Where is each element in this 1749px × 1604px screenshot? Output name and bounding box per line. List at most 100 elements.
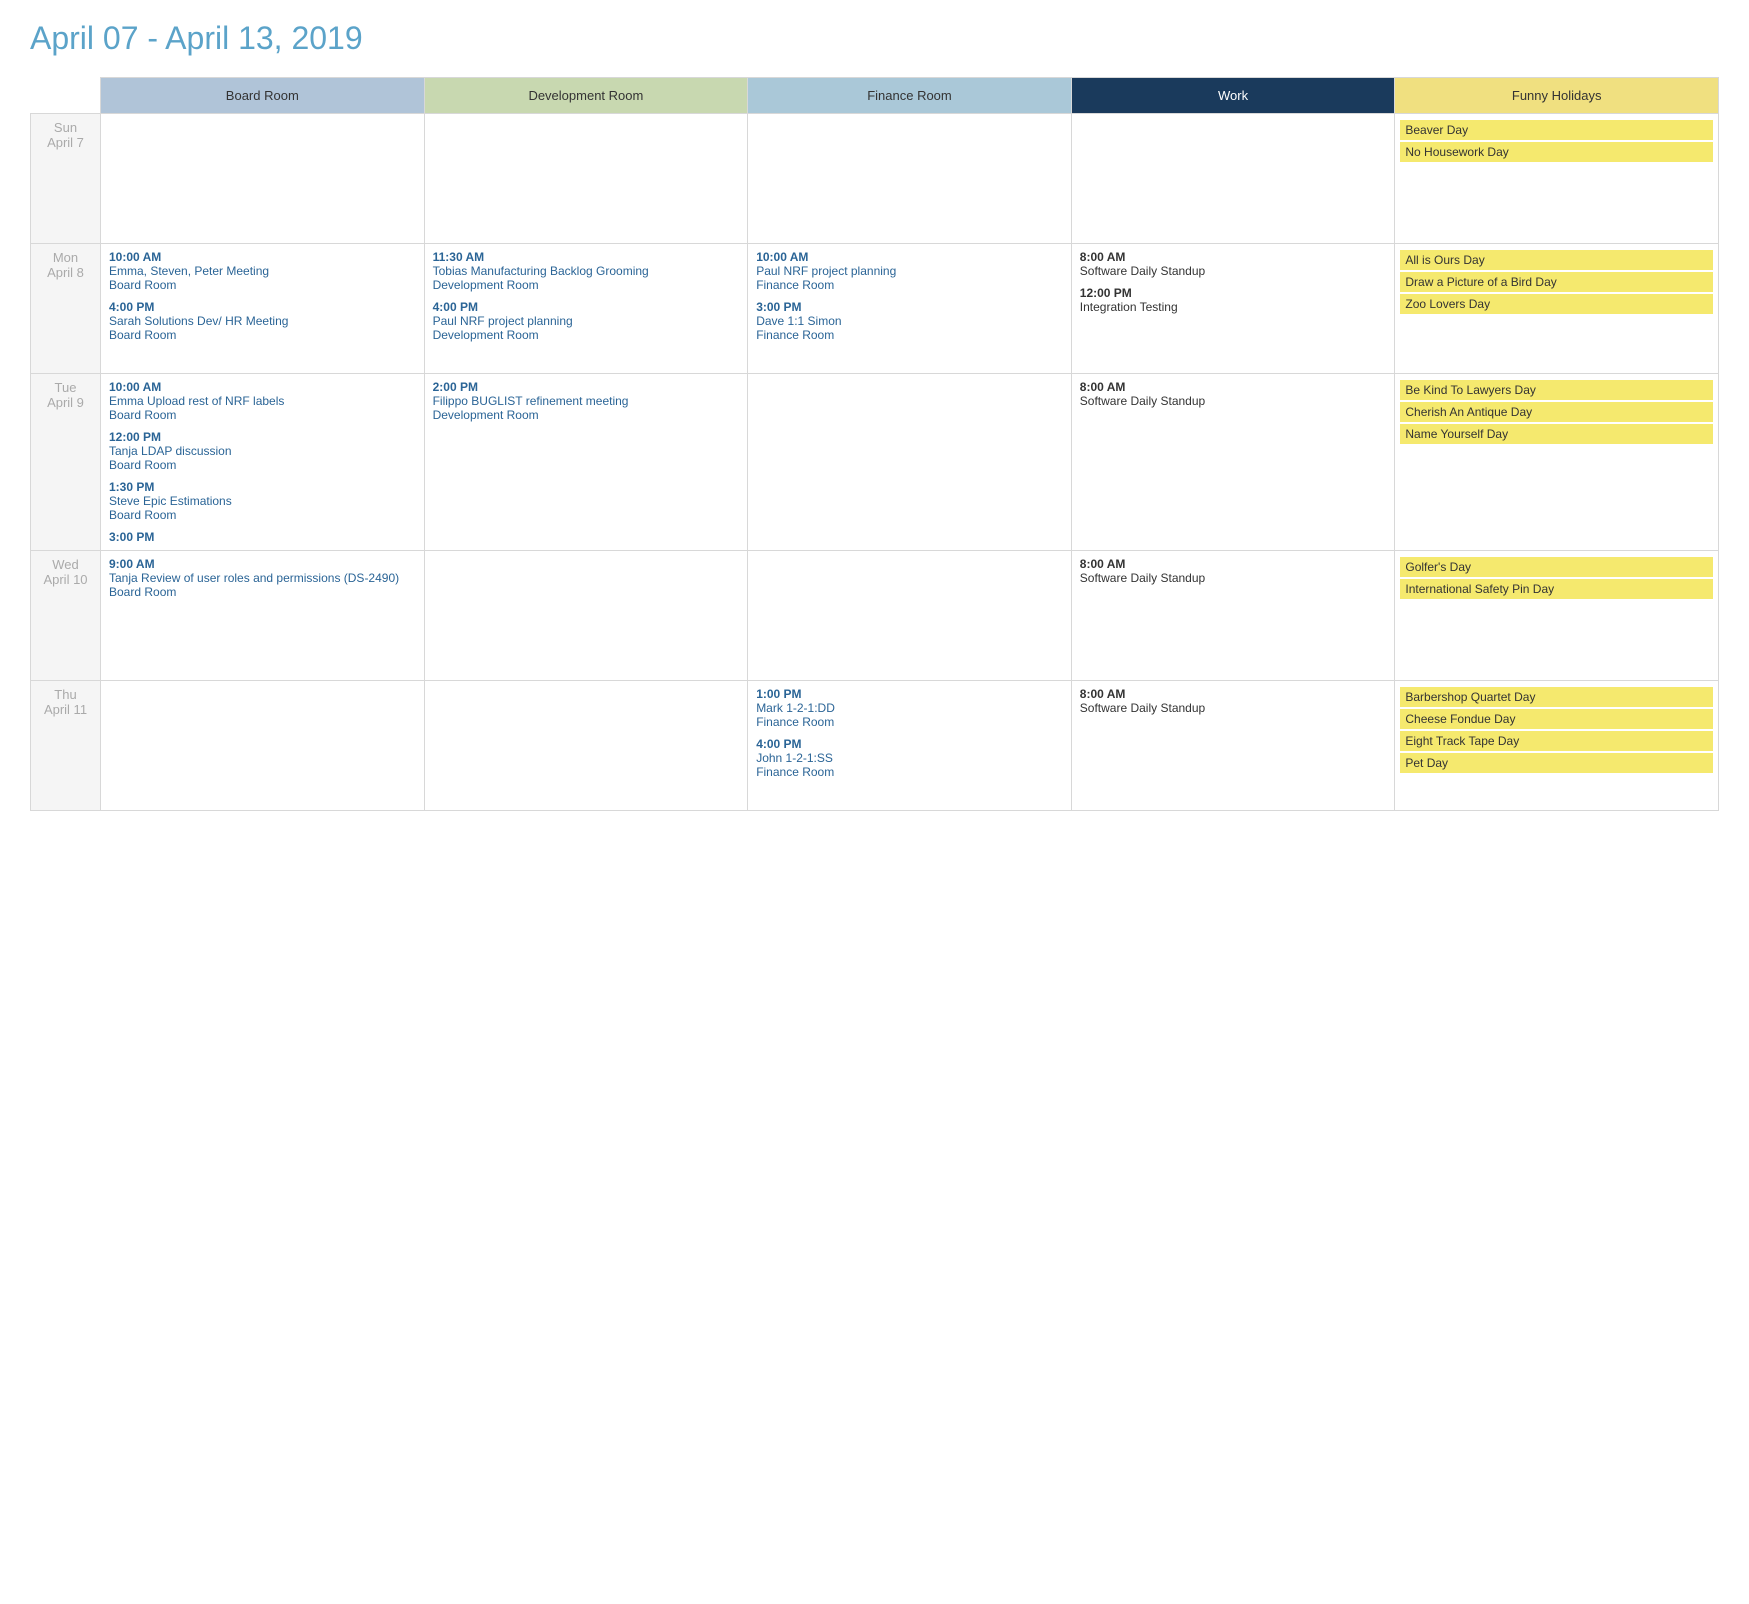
work-cell: [1071, 114, 1395, 244]
event-time: 10:00 AM: [109, 250, 416, 264]
funny-holiday-item[interactable]: Zoo Lovers Day: [1400, 294, 1713, 314]
work-cell: 8:00 AMSoftware Daily Standup: [1071, 374, 1395, 551]
finance-room-cell: [748, 374, 1072, 551]
event-title: Sarah Solutions Dev/ HR Meeting: [109, 314, 416, 328]
work-event-block[interactable]: 8:00 AMSoftware Daily Standup: [1080, 250, 1387, 278]
event-time: 4:00 PM: [756, 737, 1063, 751]
event-block[interactable]: 11:30 AMTobias Manufacturing Backlog Gro…: [433, 250, 740, 292]
board-room-cell: 10:00 AMEmma Upload rest of NRF labelsBo…: [101, 374, 425, 551]
work-cell: 8:00 AMSoftware Daily Standup: [1071, 681, 1395, 811]
event-time: 12:00 PM: [109, 430, 416, 444]
funny-holiday-item[interactable]: All is Ours Day: [1400, 250, 1713, 270]
event-block[interactable]: 9:00 AMTanja Review of user roles and pe…: [109, 557, 416, 599]
event-location: Finance Room: [756, 328, 1063, 342]
finance-room-cell: [748, 114, 1072, 244]
funny-holiday-item[interactable]: Cherish An Antique Day: [1400, 402, 1713, 422]
event-block[interactable]: 3:00 PMDave 1:1 SimonFinance Room: [756, 300, 1063, 342]
table-row: MonApril 810:00 AMEmma, Steven, Peter Me…: [31, 244, 1719, 374]
funny-holiday-item[interactable]: Barbershop Quartet Day: [1400, 687, 1713, 707]
funny-holiday-item[interactable]: International Safety Pin Day: [1400, 579, 1713, 599]
event-block[interactable]: 12:00 PMTanja LDAP discussionBoard Room: [109, 430, 416, 472]
header-board-room: Board Room: [101, 78, 425, 114]
day-label: ThuApril 11: [31, 681, 101, 811]
header-funny-holidays: Funny Holidays: [1395, 78, 1719, 114]
work-event-block[interactable]: 8:00 AMSoftware Daily Standup: [1080, 687, 1387, 715]
event-time: 4:00 PM: [433, 300, 740, 314]
day-label: TueApril 9: [31, 374, 101, 551]
work-event-block[interactable]: 12:00 PMIntegration Testing: [1080, 286, 1387, 314]
funny-holiday-item[interactable]: Cheese Fondue Day: [1400, 709, 1713, 729]
work-event-title: Software Daily Standup: [1080, 264, 1387, 278]
event-location: Finance Room: [756, 765, 1063, 779]
event-time: 1:30 PM: [109, 480, 416, 494]
table-row: TueApril 910:00 AMEmma Upload rest of NR…: [31, 374, 1719, 551]
work-event-block[interactable]: 8:00 AMSoftware Daily Standup: [1080, 557, 1387, 585]
event-time: 11:30 AM: [433, 250, 740, 264]
dev-room-cell: [424, 551, 748, 681]
funny-holiday-item[interactable]: Beaver Day: [1400, 120, 1713, 140]
event-block[interactable]: 10:00 AMEmma Upload rest of NRF labelsBo…: [109, 380, 416, 422]
event-title: Emma, Steven, Peter Meeting: [109, 264, 416, 278]
funny-holiday-item[interactable]: Eight Track Tape Day: [1400, 731, 1713, 751]
event-title: Mark 1-2-1:DD: [756, 701, 1063, 715]
day-name: Sun: [54, 120, 77, 135]
board-room-cell: 10:00 AMEmma, Steven, Peter MeetingBoard…: [101, 244, 425, 374]
funny-holidays-cell: Barbershop Quartet DayCheese Fondue DayE…: [1395, 681, 1719, 811]
work-cell: 8:00 AMSoftware Daily Standup 12:00 PMInt…: [1071, 244, 1395, 374]
event-block[interactable]: 4:00 PMSarah Solutions Dev/ HR MeetingBo…: [109, 300, 416, 342]
page-container: April 07 - April 13, 2019 Board Room Dev…: [0, 0, 1749, 831]
event-block[interactable]: 10:00 AMEmma, Steven, Peter MeetingBoard…: [109, 250, 416, 292]
event-time: 10:00 AM: [756, 250, 1063, 264]
day-name: Mon: [53, 250, 78, 265]
funny-holiday-item[interactable]: Golfer's Day: [1400, 557, 1713, 577]
event-time: 1:00 PM: [756, 687, 1063, 701]
event-time: 10:00 AM: [109, 380, 416, 394]
event-title: Dave 1:1 Simon: [756, 314, 1063, 328]
day-date: April 10: [43, 572, 87, 587]
day-date: April 7: [47, 135, 84, 150]
event-title: Tanja Review of user roles and permissio…: [109, 571, 416, 585]
event-title: Paul NRF project planning: [756, 264, 1063, 278]
funny-holiday-item[interactable]: No Housework Day: [1400, 142, 1713, 162]
event-title: Tanja LDAP discussion: [109, 444, 416, 458]
day-name: Wed: [52, 557, 79, 572]
dev-room-cell: 11:30 AMTobias Manufacturing Backlog Gro…: [424, 244, 748, 374]
work-event-time: 12:00 PM: [1080, 286, 1387, 300]
calendar-table: Board Room Development Room Finance Room…: [30, 77, 1719, 811]
work-event-time: 8:00 AM: [1080, 250, 1387, 264]
header-work: Work: [1071, 78, 1395, 114]
work-event-title: Software Daily Standup: [1080, 701, 1387, 715]
funny-holiday-item[interactable]: Draw a Picture of a Bird Day: [1400, 272, 1713, 292]
event-block[interactable]: 1:00 PMMark 1-2-1:DDFinance Room: [756, 687, 1063, 729]
work-event-time: 8:00 AM: [1080, 687, 1387, 701]
dev-room-cell: [424, 114, 748, 244]
funny-holidays-cell: Be Kind To Lawyers DayCherish An Antique…: [1395, 374, 1719, 551]
day-label: SunApril 7: [31, 114, 101, 244]
work-event-title: Integration Testing: [1080, 300, 1387, 314]
funny-holiday-item[interactable]: Be Kind To Lawyers Day: [1400, 380, 1713, 400]
dev-room-cell: 2:00 PMFilippo BUGLIST refinement meetin…: [424, 374, 748, 551]
header-finance-room: Finance Room: [748, 78, 1072, 114]
work-event-time: 8:00 AM: [1080, 380, 1387, 394]
event-block[interactable]: 1:30 PMSteve Epic EstimationsBoard Room: [109, 480, 416, 522]
event-title: Filippo BUGLIST refinement meeting: [433, 394, 740, 408]
day-name: Thu: [54, 687, 76, 702]
table-row: SunApril 7 Beaver DayNo Housework Day: [31, 114, 1719, 244]
day-label: WedApril 10: [31, 551, 101, 681]
event-title: Emma Upload rest of NRF labels: [109, 394, 416, 408]
event-time: 9:00 AM: [109, 557, 416, 571]
event-location: Board Room: [109, 278, 416, 292]
event-block[interactable]: 4:00 PMJohn 1-2-1:SSFinance Room: [756, 737, 1063, 779]
work-event-block[interactable]: 8:00 AMSoftware Daily Standup: [1080, 380, 1387, 408]
table-row: ThuApril 111:00 PMMark 1-2-1:DDFinance R…: [31, 681, 1719, 811]
funny-holiday-item[interactable]: Pet Day: [1400, 753, 1713, 773]
event-block[interactable]: 4:00 PMPaul NRF project planningDevelopm…: [433, 300, 740, 342]
event-block[interactable]: 10:00 AMPaul NRF project planningFinance…: [756, 250, 1063, 292]
funny-holiday-item[interactable]: Name Yourself Day: [1400, 424, 1713, 444]
event-location: Development Room: [433, 278, 740, 292]
event-block[interactable]: 3:00 PM: [109, 530, 416, 544]
event-block[interactable]: 2:00 PMFilippo BUGLIST refinement meetin…: [433, 380, 740, 422]
event-location: Board Room: [109, 328, 416, 342]
event-location: Development Room: [433, 408, 740, 422]
event-title: Tobias Manufacturing Backlog Grooming: [433, 264, 740, 278]
